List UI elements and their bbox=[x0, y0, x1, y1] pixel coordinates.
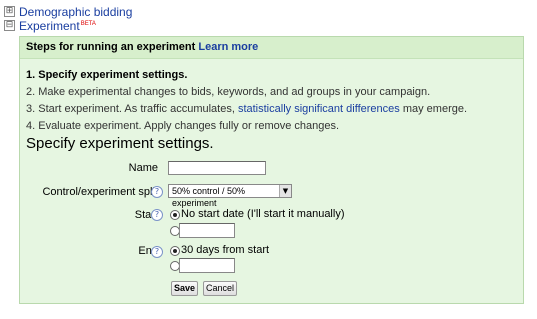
split-selected-value: 50% control / 50% experiment bbox=[172, 186, 246, 208]
demographic-bidding-link[interactable]: Demographic bidding bbox=[19, 5, 132, 19]
cancel-button[interactable]: Cancel bbox=[203, 281, 237, 296]
help-icon[interactable]: ? bbox=[151, 209, 163, 221]
settings-heading: Specify experiment settings. bbox=[26, 135, 214, 152]
help-icon[interactable]: ? bbox=[151, 186, 163, 198]
panel-title: Steps for running an experiment bbox=[26, 41, 196, 53]
expand-icon[interactable]: ⊞ bbox=[4, 6, 15, 17]
help-icon[interactable]: ? bbox=[151, 246, 163, 258]
name-label: Name bbox=[128, 162, 158, 174]
collapse-icon[interactable]: ⊟ bbox=[4, 20, 15, 31]
end-label: End bbox=[138, 245, 158, 257]
significant-differences-link[interactable]: statistically significant differences bbox=[238, 103, 400, 115]
step-1: 1. Specify experiment settings. bbox=[26, 69, 188, 81]
step-3: 3. Start experiment. As traffic accumula… bbox=[26, 103, 467, 115]
step-3-tail: may emerge. bbox=[399, 103, 468, 115]
beta-badge: BETA bbox=[80, 21, 96, 27]
end-default-radio[interactable] bbox=[170, 246, 180, 256]
learn-more-link[interactable]: Learn more bbox=[198, 41, 258, 53]
experiment-label[interactable]: Experiment bbox=[19, 19, 80, 33]
experiment-link[interactable]: ExperimentBETA bbox=[19, 19, 96, 33]
step-3-text: 3. Start experiment. As traffic accumula… bbox=[26, 103, 238, 115]
start-label: Start bbox=[134, 209, 158, 221]
name-input[interactable] bbox=[168, 161, 266, 175]
start-no-date-radio[interactable] bbox=[170, 210, 180, 220]
step-2: 2. Make experimental changes to bids, ke… bbox=[26, 86, 431, 98]
split-select[interactable]: 50% control / 50% experiment ▼ bbox=[168, 184, 292, 208]
start-no-date-label: No start date (I'll start it manually) bbox=[181, 208, 345, 220]
end-date-input[interactable] bbox=[179, 258, 235, 273]
step-4: 4. Evaluate experiment. Apply changes fu… bbox=[26, 120, 340, 132]
experiment-panel: Steps for running an experiment Learn mo… bbox=[19, 36, 524, 304]
split-label: Control/experiment split bbox=[42, 186, 158, 198]
chevron-down-icon[interactable]: ▼ bbox=[279, 185, 291, 197]
save-button[interactable]: Save bbox=[171, 281, 198, 296]
start-date-input[interactable] bbox=[179, 223, 235, 238]
end-default-label: 30 days from start bbox=[181, 244, 270, 256]
panel-header: Steps for running an experiment Learn mo… bbox=[20, 37, 523, 59]
